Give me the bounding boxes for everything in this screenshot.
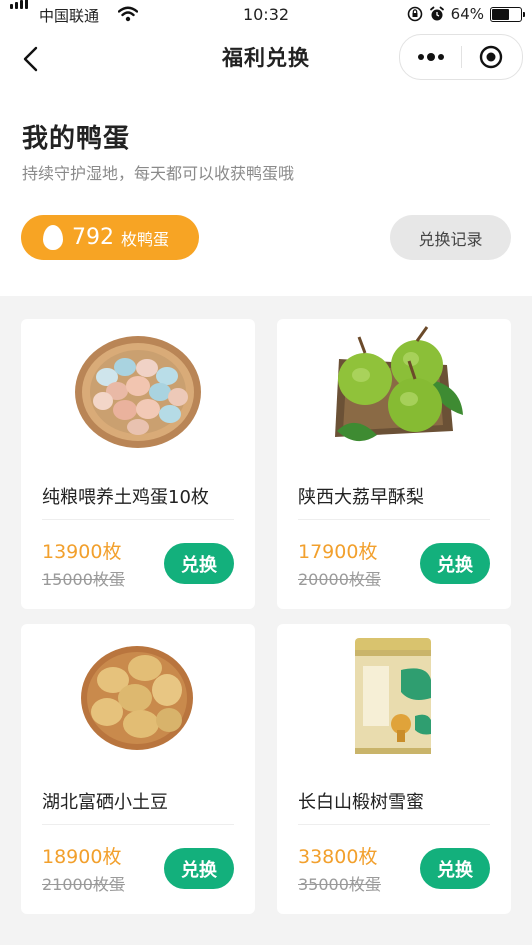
egg-basket-image xyxy=(75,336,201,448)
section-subtitle: 持续守护湿地，每天都可以收获鸭蛋哦 xyxy=(22,164,295,183)
exchange-button[interactable]: 兑换 xyxy=(420,543,490,584)
mini-program-capsule xyxy=(399,34,523,80)
battery-icon xyxy=(490,6,525,22)
product-price: 17900枚 xyxy=(298,541,378,563)
egg-unit: 枚鸭蛋 xyxy=(121,229,170,249)
product-name: 陕西大荔早酥梨 xyxy=(298,487,424,508)
capsule-divider xyxy=(461,46,462,68)
orientation-lock-icon xyxy=(407,6,422,22)
status-bar: 中国联通 10:32 64% xyxy=(0,0,532,30)
original-price: 35000枚蛋 xyxy=(298,875,381,894)
exchange-button[interactable]: 兑换 xyxy=(420,848,490,889)
divider xyxy=(298,519,490,520)
exchange-button[interactable]: 兑换 xyxy=(164,543,234,584)
header-panel: 中国联通 10:32 64% 福利兑换 我的鸭蛋 持续守护湿地，每天都可以收获鸭… xyxy=(0,0,532,296)
more-dots-icon[interactable] xyxy=(417,35,445,79)
product-card[interactable]: 湖北富硒小土豆 18900枚 21000枚蛋 兑换 xyxy=(21,624,255,914)
egg-icon xyxy=(43,225,63,250)
product-name: 湖北富硒小土豆 xyxy=(42,792,168,813)
product-price: 33800枚 xyxy=(298,846,378,868)
egg-balance-badge: 792 枚鸭蛋 xyxy=(21,215,199,260)
divider xyxy=(298,824,490,825)
product-card[interactable]: 长白山椴树雪蜜 33800枚 35000枚蛋 兑换 xyxy=(277,624,511,914)
original-price: 20000枚蛋 xyxy=(298,570,381,589)
pears-image xyxy=(335,326,463,442)
product-name: 纯粮喂养土鸡蛋10枚 xyxy=(42,487,209,508)
exchange-records-button[interactable]: 兑换记录 xyxy=(390,215,511,260)
product-card[interactable]: 陕西大荔早酥梨 17900枚 20000枚蛋 兑换 xyxy=(277,319,511,609)
product-price: 18900枚 xyxy=(42,846,122,868)
product-name: 长白山椴树雪蜜 xyxy=(298,792,424,813)
egg-count: 792 xyxy=(72,225,114,250)
divider xyxy=(42,824,234,825)
honey-jar-image xyxy=(355,638,431,754)
product-card[interactable]: 纯粮喂养土鸡蛋10枚 13900枚 15000枚蛋 兑换 xyxy=(21,319,255,609)
close-target-icon[interactable] xyxy=(479,45,503,69)
original-price: 21000枚蛋 xyxy=(42,875,125,894)
divider xyxy=(42,519,234,520)
exchange-button[interactable]: 兑换 xyxy=(164,848,234,889)
section-title: 我的鸭蛋 xyxy=(22,124,131,154)
alarm-icon xyxy=(429,6,444,21)
potatoes-image xyxy=(81,646,193,750)
product-price: 13900枚 xyxy=(42,541,122,563)
original-price: 15000枚蛋 xyxy=(42,570,125,589)
battery-percent: 64% xyxy=(450,5,484,23)
